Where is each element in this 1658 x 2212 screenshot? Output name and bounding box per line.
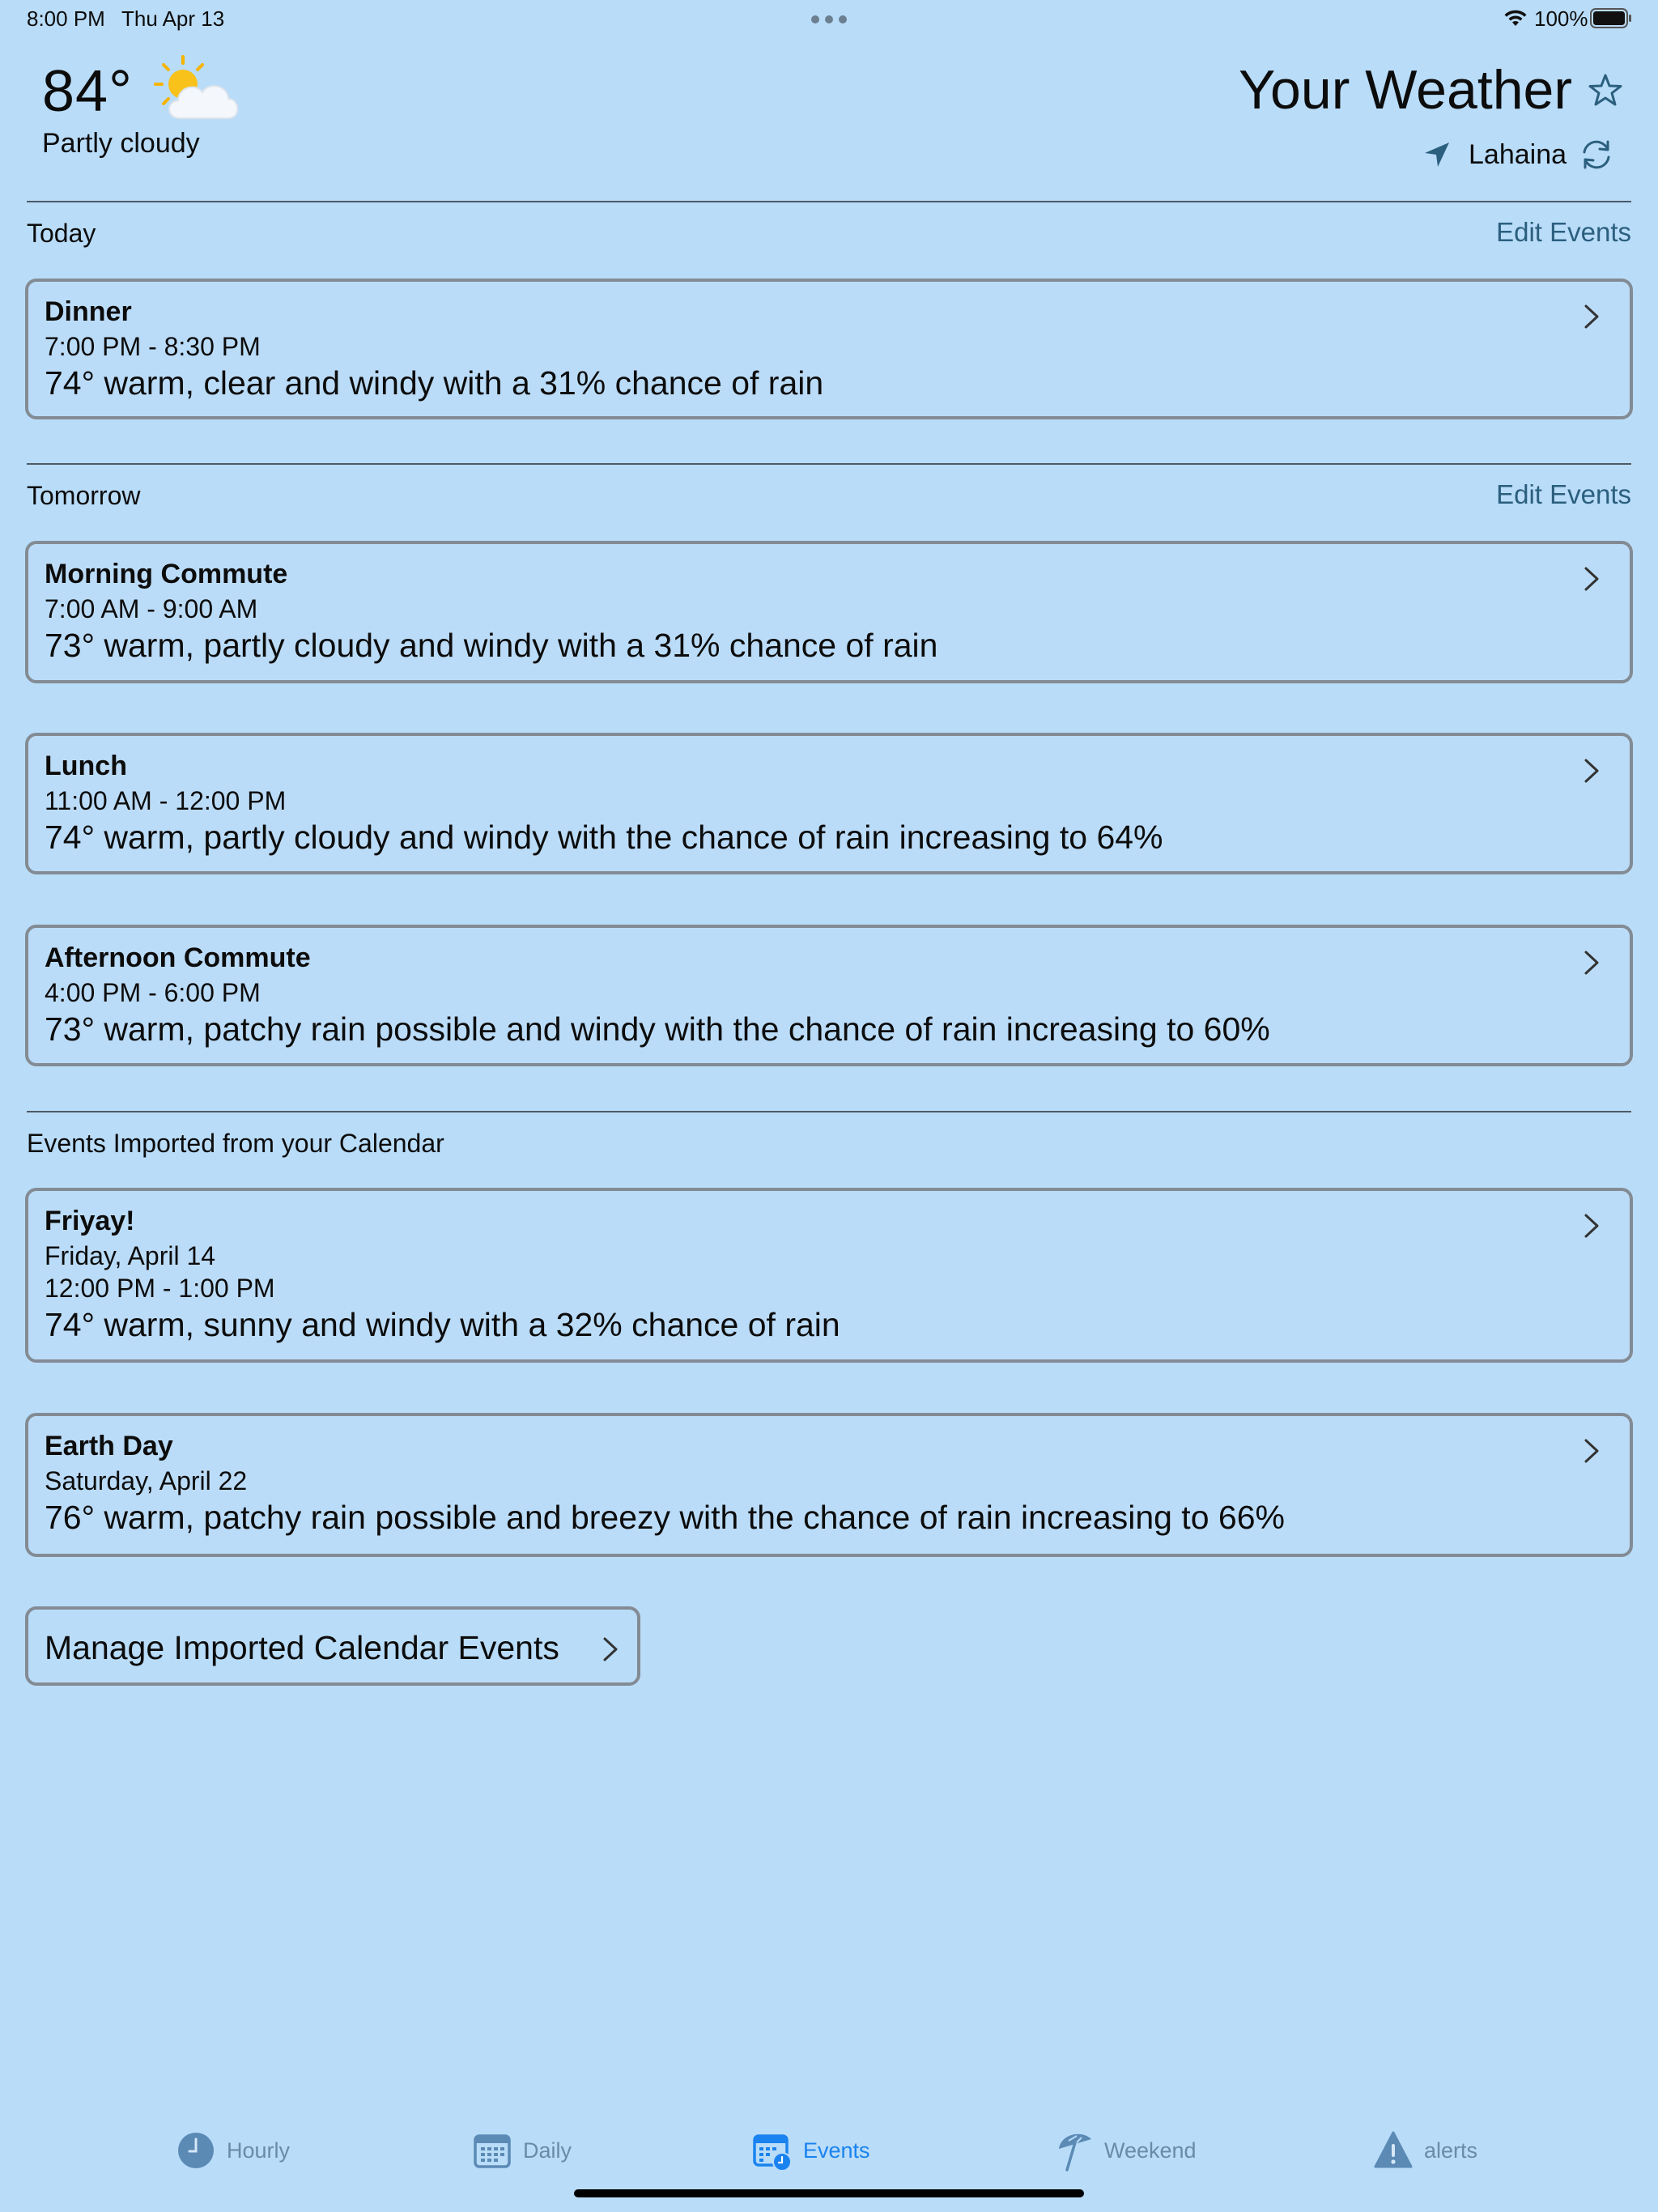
chevron-right-icon: [1584, 1214, 1599, 1238]
event-forecast: 73° warm, patchy rain possible and windy…: [45, 1010, 1270, 1048]
event-card-morning-commute[interactable]: Morning Commute 7:00 AM - 9:00 AM 73° wa…: [25, 541, 1633, 683]
beach-umbrella-icon: [1059, 2133, 1091, 2172]
status-date: Thu Apr 13: [121, 6, 225, 31]
battery-icon: [1590, 8, 1631, 28]
tab-hourly[interactable]: Hourly: [176, 2128, 290, 2173]
current-condition: Partly cloudy: [42, 128, 200, 159]
edit-events-tomorrow-link[interactable]: Edit Events: [1496, 479, 1631, 510]
home-indicator[interactable]: [574, 2189, 1084, 2197]
partly-cloudy-icon: [154, 55, 239, 119]
chevron-right-icon: [603, 1637, 618, 1661]
tab-label: Events: [803, 2138, 870, 2163]
section-divider: [27, 463, 1631, 465]
event-name: Friyay!: [45, 1206, 135, 1236]
event-name: Morning Commute: [45, 559, 288, 589]
app-title: Your Weather: [1238, 59, 1572, 121]
tab-label: Weekend: [1104, 2138, 1197, 2163]
event-card-afternoon-commute[interactable]: Afternoon Commute 4:00 PM - 6:00 PM 73° …: [25, 925, 1633, 1066]
chevron-right-icon: [1584, 951, 1599, 975]
tab-label: Hourly: [227, 2138, 291, 2163]
tab-label: alerts: [1424, 2138, 1478, 2163]
event-time: 7:00 PM - 8:30 PM: [45, 332, 261, 361]
tab-daily[interactable]: Daily: [473, 2128, 572, 2173]
section-tomorrow-label: Tomorrow: [27, 481, 141, 510]
refresh-icon[interactable]: [1579, 138, 1614, 172]
section-imported-label: Events Imported from your Calendar: [27, 1129, 444, 1158]
location-name[interactable]: Lahaina: [1469, 139, 1567, 171]
chevron-right-icon: [1584, 759, 1599, 783]
event-forecast: 74° warm, partly cloudy and windy with t…: [45, 819, 1163, 856]
current-temperature: 84°: [42, 59, 133, 124]
section-divider: [27, 1111, 1631, 1112]
event-card-dinner[interactable]: Dinner 7:00 PM - 8:30 PM 74° warm, clear…: [25, 279, 1633, 419]
tab-events[interactable]: Events: [753, 2128, 870, 2173]
event-card-lunch[interactable]: Lunch 11:00 AM - 12:00 PM 74° warm, part…: [25, 733, 1633, 874]
calendar-grid-icon: [474, 2134, 511, 2168]
event-card-friyay[interactable]: Friyay! Friday, April 14 12:00 PM - 1:00…: [25, 1188, 1633, 1363]
tab-alerts[interactable]: alerts: [1374, 2128, 1477, 2173]
event-name: Earth Day: [45, 1431, 173, 1461]
multitasking-dots-icon[interactable]: [811, 15, 847, 23]
chevron-right-icon: [1584, 567, 1599, 591]
manage-imported-events-button[interactable]: Manage Imported Calendar Events: [25, 1606, 640, 1686]
tab-weekend[interactable]: Weekend: [1054, 2128, 1197, 2173]
manage-imported-events-label: Manage Imported Calendar Events: [45, 1629, 559, 1666]
event-name: Dinner: [45, 296, 132, 327]
event-time: 11:00 AM - 12:00 PM: [45, 786, 287, 815]
wifi-icon: [1504, 10, 1527, 26]
event-forecast: 73° warm, partly cloudy and windy with a…: [45, 627, 938, 664]
chevron-right-icon: [1584, 304, 1599, 329]
event-forecast: 74° warm, sunny and windy with a 32% cha…: [45, 1306, 840, 1343]
status-time: 8:00 PM: [27, 6, 105, 31]
event-date: Saturday, April 22: [45, 1466, 248, 1495]
event-forecast: 76° warm, patchy rain possible and breez…: [45, 1499, 1285, 1536]
event-forecast: 74° warm, clear and windy with a 31% cha…: [45, 364, 824, 402]
battery-percent: 100%: [1534, 6, 1588, 31]
section-divider: [27, 201, 1631, 202]
tab-label: Daily: [523, 2138, 572, 2163]
clock-icon: [178, 2133, 214, 2168]
chevron-right-icon: [1584, 1439, 1599, 1463]
status-bar: 8:00 PM Thu Apr 13 100%: [0, 0, 1658, 39]
warning-icon: [1374, 2131, 1413, 2168]
section-today-label: Today: [27, 219, 96, 248]
event-time: 4:00 PM - 6:00 PM: [45, 978, 261, 1007]
star-icon[interactable]: [1588, 73, 1622, 107]
event-time: 7:00 AM - 9:00 AM: [45, 594, 258, 623]
calendar-clock-icon: [753, 2134, 792, 2172]
event-name: Afternoon Commute: [45, 942, 311, 973]
event-date: Friday, April 14: [45, 1241, 216, 1270]
edit-events-today-link[interactable]: Edit Events: [1496, 217, 1631, 248]
event-time: 12:00 PM - 1:00 PM: [45, 1274, 275, 1303]
event-card-earth-day[interactable]: Earth Day Saturday, April 22 76° warm, p…: [25, 1413, 1633, 1557]
location-arrow-icon: [1425, 143, 1449, 167]
event-name: Lunch: [45, 751, 127, 781]
